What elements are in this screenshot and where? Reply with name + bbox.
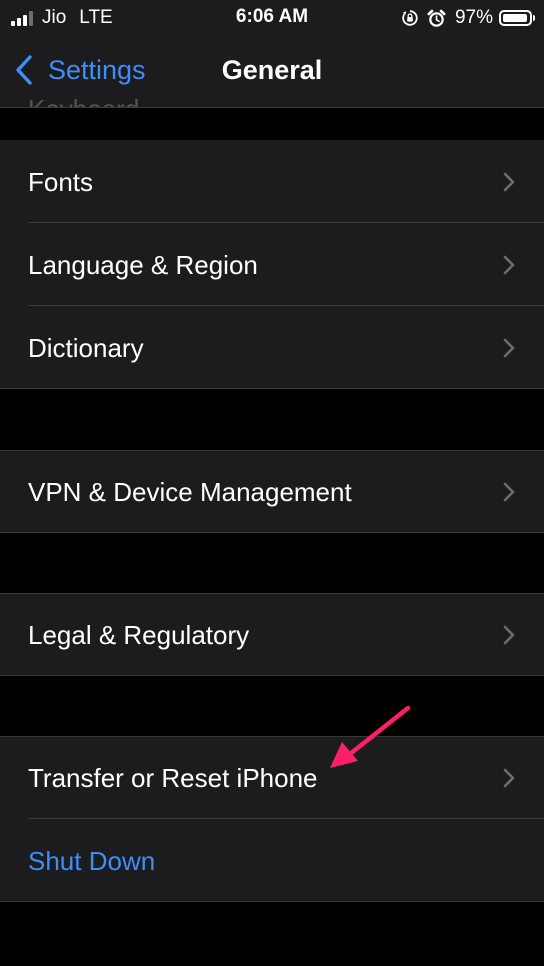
settings-row-vpn-device-management[interactable]: VPN & Device Management xyxy=(0,450,544,533)
row-divider xyxy=(0,532,544,533)
row-label: Transfer or Reset iPhone xyxy=(28,763,318,793)
group-separator xyxy=(0,593,544,594)
alarm-icon xyxy=(427,9,446,28)
settings-row-shut-down[interactable]: Shut Down xyxy=(0,819,544,902)
row-label: Language & Region xyxy=(28,250,258,280)
status-bar: Jio LTE 6:06 AM 97% xyxy=(0,0,544,36)
orientation-lock-icon xyxy=(401,9,419,27)
row-label: VPN & Device Management xyxy=(28,477,352,507)
chevron-right-icon xyxy=(503,768,515,788)
page-title: General xyxy=(221,55,323,85)
shut-down-label: Shut Down xyxy=(28,846,156,876)
settings-row-fonts[interactable]: Fonts xyxy=(0,140,544,223)
battery-icon xyxy=(499,10,535,26)
settings-row-legal-regulatory[interactable]: Legal & Regulatory xyxy=(0,593,544,676)
settings-row-transfer-reset-iphone[interactable]: Transfer or Reset iPhone xyxy=(0,736,544,819)
navigation-bar: Settings General Keyboard xyxy=(0,36,544,108)
annotation-arrow-icon xyxy=(330,705,411,768)
settings-row-language-region[interactable]: Language & Region xyxy=(0,223,544,306)
chevron-right-icon xyxy=(503,625,515,645)
chevron-right-icon xyxy=(503,172,515,192)
row-label: Dictionary xyxy=(28,333,144,363)
chevron-right-icon xyxy=(503,482,515,502)
battery-percentage: 97% xyxy=(454,7,493,28)
group-separator xyxy=(0,736,544,737)
group-separator xyxy=(0,450,544,451)
row-divider xyxy=(0,901,544,902)
status-right: 97% xyxy=(401,6,535,30)
row-label: Legal & Regulatory xyxy=(28,620,250,650)
settings-row-dictionary[interactable]: Dictionary xyxy=(0,306,544,389)
chevron-right-icon xyxy=(503,255,515,275)
row-divider xyxy=(0,388,544,389)
row-divider xyxy=(0,675,544,676)
chevron-right-icon xyxy=(503,338,515,358)
scrolled-item-label: Keyboard xyxy=(28,94,139,107)
row-label: Fonts xyxy=(28,167,94,197)
